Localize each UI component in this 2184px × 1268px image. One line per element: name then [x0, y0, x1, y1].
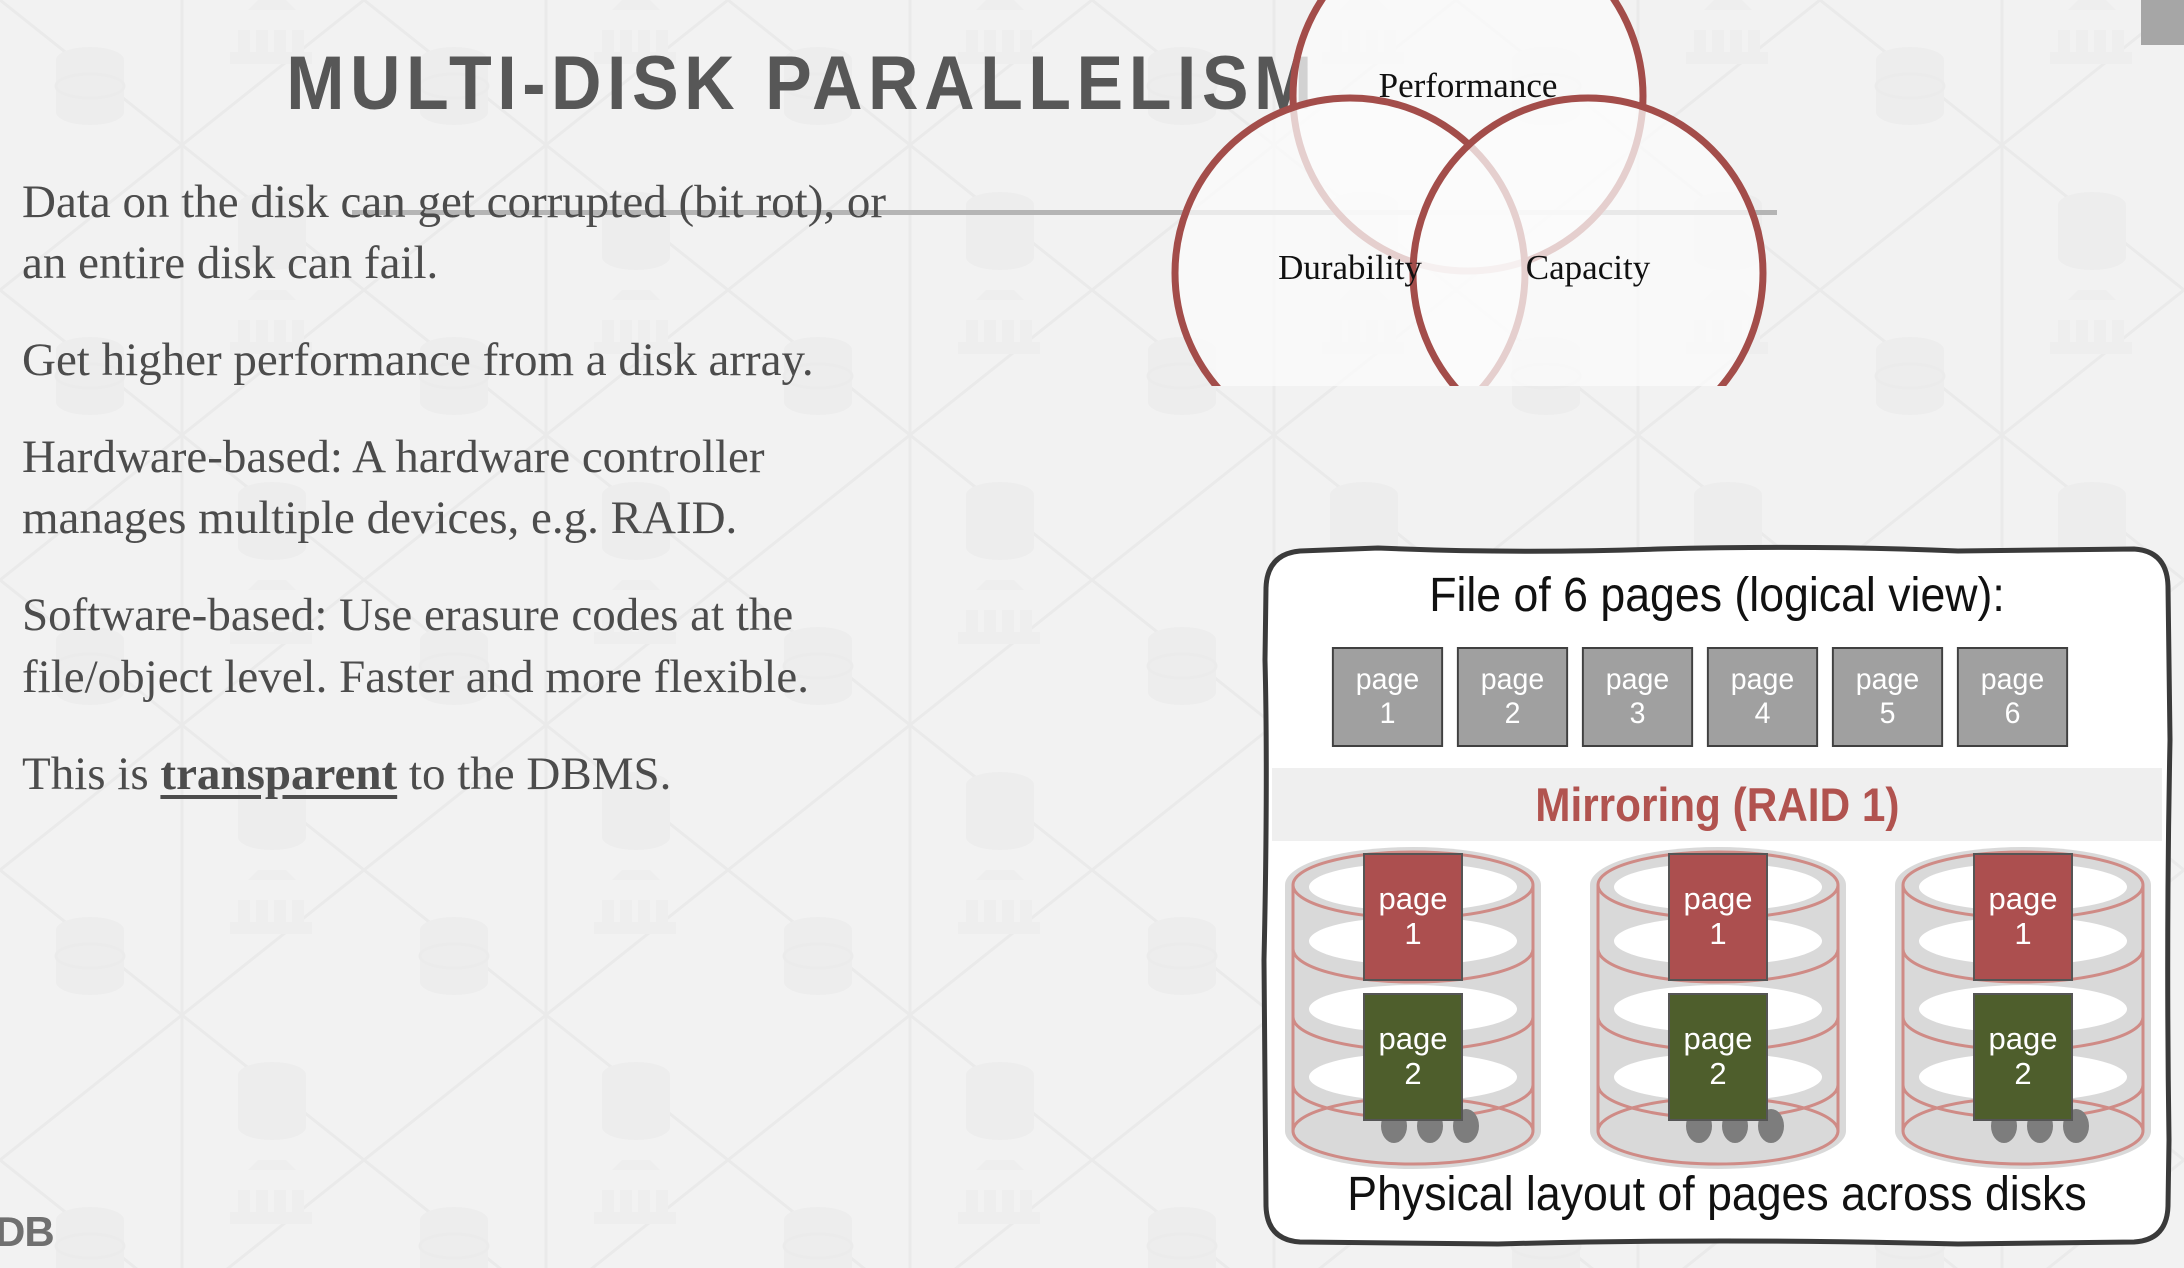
logical-page-number: 4: [1754, 697, 1771, 730]
venn-label-performance: Performance: [1378, 66, 1558, 105]
logical-page-box: page 3: [1581, 647, 1694, 747]
disk-page-number: 2: [1404, 1056, 1422, 1091]
logical-pages-row: page 1 page 2 page 3 page 4 page 5 page …: [1329, 647, 2071, 747]
body-paragraph-3: Hardware-based: A hardware controller ma…: [22, 431, 765, 545]
disk-stack: page 1 page 2: [1888, 845, 2158, 1175]
panel-title: File of 6 pages (logical view):: [1429, 569, 2005, 622]
disk-page-label: page: [1988, 881, 2058, 917]
logical-page-box: page 4: [1706, 647, 1819, 747]
venn-label-durability: Durability: [1278, 248, 1422, 287]
physical-disks-row: page 1 page 2 page 1 page 2 page 1 page …: [1278, 845, 2158, 1175]
body-paragraph-2: Get higher performance from a disk array…: [22, 334, 814, 387]
venn-diagram: Performance Durability Capacity: [1128, 0, 2184, 452]
panel-caption: Physical layout of pages across disks: [1347, 1168, 2087, 1221]
disk-page-number: 1: [1404, 916, 1422, 951]
cmu-db-logo: ·DB: [0, 1208, 55, 1255]
disk-page-label: page: [1683, 1021, 1753, 1057]
logical-page-box: page 5: [1831, 647, 1944, 747]
disk-page-box-primary: page 1: [1668, 853, 1768, 981]
logical-page-label: page: [1980, 663, 2045, 697]
disk-page-label: page: [1378, 881, 1448, 917]
logical-page-number: 6: [2004, 697, 2021, 730]
body-text: Data on the disk can get corrupted (bit …: [22, 172, 922, 841]
logical-page-number: 1: [1379, 697, 1396, 730]
disk-page-number: 1: [1709, 916, 1727, 951]
disk-page-box-secondary: page 2: [1973, 993, 2073, 1121]
disk-page-box-primary: page 1: [1973, 853, 2073, 981]
disk-page-number: 2: [1709, 1056, 1727, 1091]
logical-page-label: page: [1855, 663, 1920, 697]
body-p5-suffix: to the DBMS.: [397, 747, 672, 800]
body-paragraph-4: Software-based: Use erasure codes at the…: [22, 589, 809, 703]
raid-diagram-panel: File of 6 pages (logical view): page 1 p…: [1258, 540, 2176, 1252]
raid-mode-label: Mirroring (RAID 1): [1534, 778, 1900, 831]
disk-page-label: page: [1683, 881, 1753, 917]
logical-page-label: page: [1730, 663, 1795, 697]
logical-page-label: page: [1605, 663, 1670, 697]
body-p5-prefix: This is: [22, 747, 161, 800]
logical-page-label: page: [1480, 663, 1545, 697]
logical-page-box: page 1: [1331, 647, 1444, 747]
venn-label-capacity: Capacity: [1525, 248, 1651, 287]
disk-page-label: page: [1988, 1021, 2058, 1057]
body-paragraph-5: This is transparent to the DBMS.: [22, 744, 922, 805]
disk-page-number: 1: [2014, 916, 2032, 951]
logical-page-label: page: [1355, 663, 1420, 697]
body-paragraph-1: Data on the disk can get corrupted (bit …: [22, 176, 886, 290]
disk-page-label: page: [1378, 1021, 1448, 1057]
disk-page-box-secondary: page 2: [1363, 993, 1463, 1121]
logical-page-number: 3: [1629, 697, 1646, 730]
disk-stack: page 1 page 2: [1278, 845, 1548, 1175]
disk-page-box-primary: page 1: [1363, 853, 1463, 981]
disk-stack: page 1 page 2: [1583, 845, 1853, 1175]
venn-circles: [1171, 0, 1767, 452]
slide-canvas: MULTI-DISK PARALLELISM Data on the disk …: [0, 0, 2184, 1268]
logical-page-number: 5: [1879, 697, 1896, 730]
disk-page-box-secondary: page 2: [1668, 993, 1768, 1121]
body-p5-emphasis: transparent: [160, 747, 398, 800]
logical-page-number: 2: [1504, 697, 1521, 730]
raid-mode-banner: Mirroring (RAID 1): [1272, 768, 2162, 841]
logical-page-box: page 2: [1456, 647, 1569, 747]
logical-page-box: page 6: [1956, 647, 2069, 747]
disk-page-number: 2: [2014, 1056, 2032, 1091]
